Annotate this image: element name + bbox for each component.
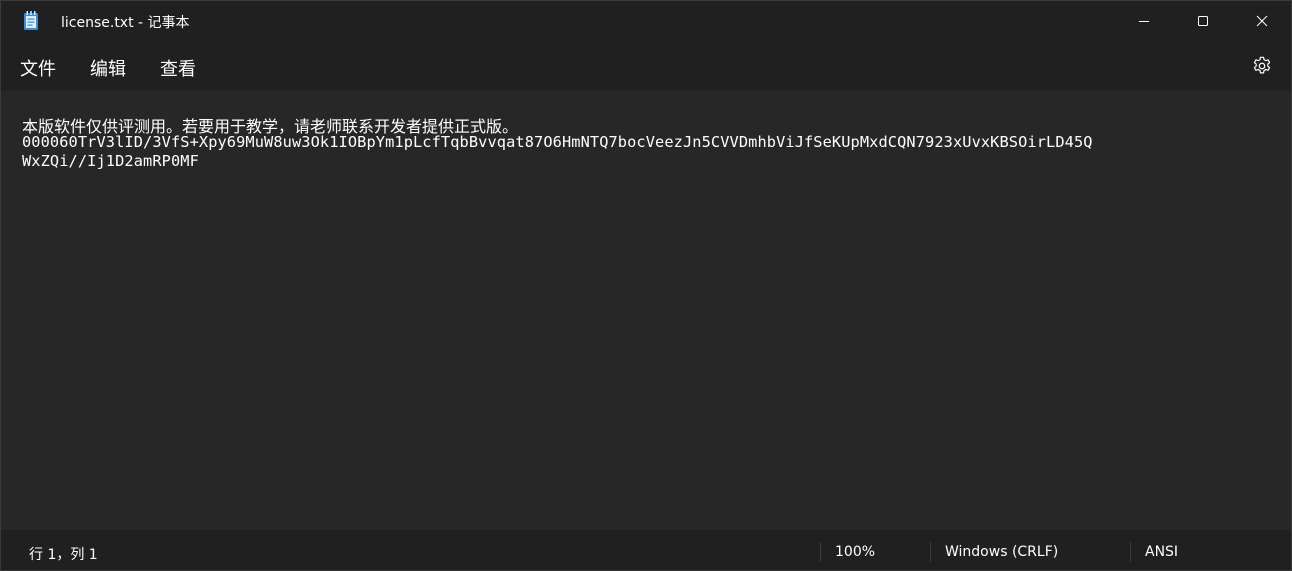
menu-view[interactable]: 查看 [160,55,196,81]
status-divider [930,542,931,562]
menu-file[interactable]: 文件 [20,55,56,81]
menu-edit[interactable]: 编辑 [90,55,126,81]
title-bar[interactable]: license.txt - 记事本 [1,1,1291,41]
status-bar: 行 1，列 1 100% Windows (CRLF) ANSI [1,530,1291,570]
minimize-icon [1139,21,1149,22]
settings-button[interactable] [1251,55,1273,77]
maximize-icon [1198,16,1208,26]
notepad-icon [23,11,39,31]
close-button[interactable] [1239,1,1285,41]
zoom-level: 100% [835,544,876,560]
encoding: ANSI [1145,544,1179,560]
editor-line-2: 000060TrV3lID/3VfS+Xpy69MuW8uw3Ok1IOBpYm… [22,133,1093,151]
status-divider [820,542,821,562]
text-editor[interactable]: 本版软件仅供评测用。若要用于教学，请老师联系开发者提供正式版。 000060Tr… [1,91,1291,530]
line-ending: Windows (CRLF) [945,544,1059,560]
minimize-button[interactable] [1121,1,1167,41]
cursor-position: 行 1，列 1 [29,547,98,563]
maximize-button[interactable] [1180,1,1226,41]
window-title: license.txt - 记事本 [61,15,190,31]
editor-line-3: WxZQi//Ij1D2amRP0MF [22,152,199,170]
menu-bar: 文件 编辑 查看 [1,41,1291,91]
status-divider [1130,542,1131,562]
notepad-window: license.txt - 记事本 文件 编辑 查看 本版软件仅供评测用。若要用… [0,0,1292,571]
gear-icon [1253,56,1271,74]
close-icon [1256,15,1268,27]
